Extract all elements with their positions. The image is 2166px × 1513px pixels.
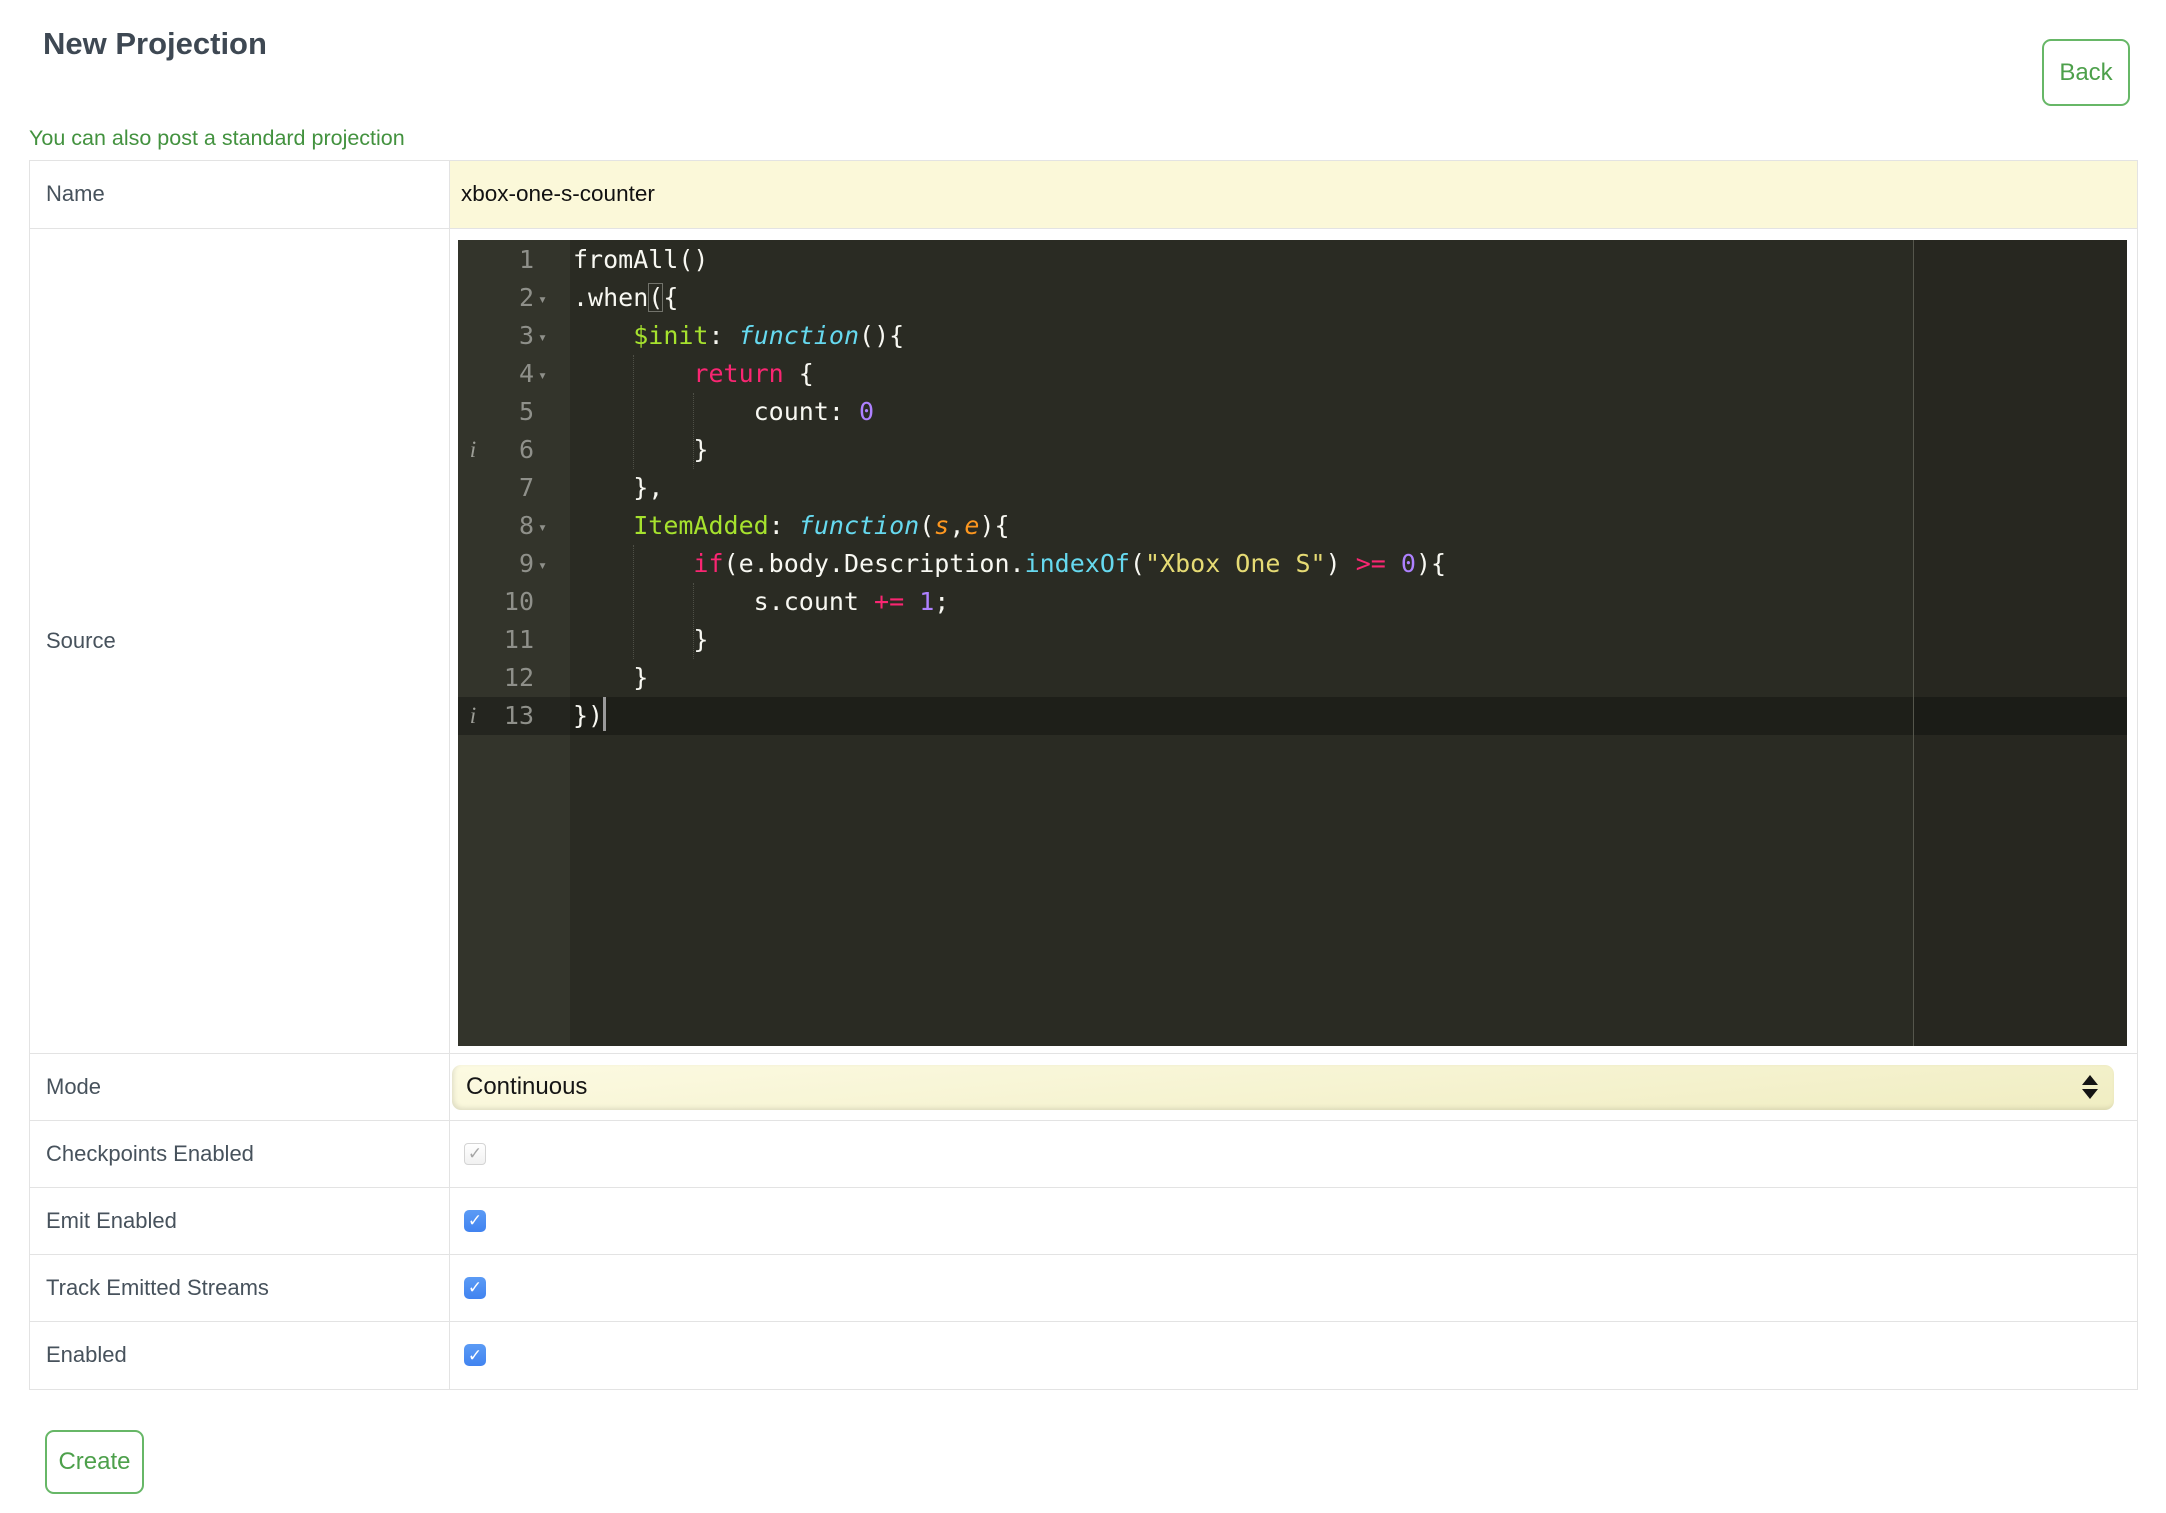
editor-code-lines: 1 fromAll() 2 ▾ .when({3 ▾ $init: function(){… bbox=[458, 240, 2127, 735]
editor-line: 11 } bbox=[458, 621, 2127, 659]
line-number: 10 bbox=[503, 586, 534, 616]
arrow-down-icon bbox=[2082, 1089, 2098, 1100]
page-title: New Projection bbox=[43, 26, 267, 61]
info-annotation-icon bbox=[458, 621, 488, 659]
editor-line: 8 ▾ ItemAdded: function(s,e){ bbox=[458, 507, 2127, 545]
projection-name-input[interactable] bbox=[450, 160, 2137, 228]
info-annotation-icon bbox=[458, 545, 488, 583]
info-annotation-icon bbox=[458, 469, 488, 507]
info-annotation-icon bbox=[458, 279, 488, 317]
editor-line: 1 fromAll() bbox=[458, 241, 2127, 279]
info-annotation-icon: i bbox=[469, 436, 477, 462]
line-number: 8 bbox=[518, 510, 534, 540]
create-button[interactable]: Create bbox=[45, 1429, 144, 1494]
field-label-track-emitted-streams: Track Emitted Streams bbox=[30, 1254, 450, 1321]
line-number: 12 bbox=[503, 662, 534, 692]
editor-line: 9 ▾ if(e.body.Description.indexOf("Xbox O… bbox=[458, 545, 2127, 583]
checkpoints-enabled-checkbox: ✓ bbox=[464, 1142, 486, 1165]
field-label-name: Name bbox=[30, 160, 450, 228]
text-cursor bbox=[603, 696, 607, 731]
field-label-checkpoints-enabled: Checkpoints Enabled bbox=[30, 1120, 450, 1187]
mode-select-value: Continuous bbox=[466, 1073, 588, 1101]
fold-chevron-down-icon bbox=[534, 431, 570, 469]
track-emitted-streams-checkbox[interactable]: ✓ bbox=[464, 1276, 486, 1299]
line-number: 2 bbox=[518, 282, 534, 312]
projection-form-table: Name Source 1fromAll()2▾.when({3▾ $init:… bbox=[29, 159, 2138, 1390]
back-button[interactable]: Back bbox=[2042, 39, 2130, 106]
fold-chevron-down-icon bbox=[534, 659, 570, 697]
fold-chevron-down-icon[interactable]: ▾ bbox=[534, 545, 570, 583]
check-icon: ✓ bbox=[467, 1211, 483, 1231]
new-projection-page: New Projection Back You can also post a … bbox=[0, 26, 2166, 1513]
line-number: 9 bbox=[518, 548, 534, 578]
row-enabled: Enabled ✓ bbox=[30, 1321, 2137, 1389]
line-number: 11 bbox=[503, 624, 534, 654]
editor-line: i 13}) bbox=[458, 696, 2127, 735]
line-number: 7 bbox=[518, 472, 534, 502]
info-annotation-icon bbox=[458, 393, 488, 431]
fold-chevron-down-icon[interactable]: ▾ bbox=[534, 279, 570, 317]
source-code-editor[interactable]: 1 fromAll() 2 ▾ .when({3 ▾ $init: function(){… bbox=[458, 239, 2127, 1046]
fold-chevron-down-icon bbox=[534, 241, 570, 279]
line-number: 6 bbox=[518, 434, 534, 464]
editor-line: 2 ▾ .when({ bbox=[458, 279, 2127, 317]
emit-enabled-checkbox[interactable]: ✓ bbox=[464, 1209, 486, 1232]
line-number: 4 bbox=[518, 358, 534, 388]
info-annotation-icon bbox=[458, 659, 488, 697]
editor-line: i6 } bbox=[458, 431, 2127, 469]
row-source: Source 1 fromAll() 2 ▾ .when({3 ▾ $init: func… bbox=[30, 228, 2137, 1054]
row-track-emitted-streams: Track Emitted Streams ✓ bbox=[30, 1254, 2137, 1322]
fold-chevron-down-icon[interactable]: ▾ bbox=[534, 317, 570, 355]
info-annotation-icon bbox=[458, 507, 488, 545]
fold-chevron-down-icon[interactable]: ▾ bbox=[534, 507, 570, 545]
enabled-checkbox[interactable]: ✓ bbox=[464, 1344, 486, 1367]
editor-line: 5 count: 0 bbox=[458, 393, 2127, 431]
standard-projection-link[interactable]: You can also post a standard projection bbox=[29, 126, 2166, 151]
fold-chevron-down-icon bbox=[534, 469, 570, 507]
field-label-enabled: Enabled bbox=[30, 1321, 450, 1389]
info-annotation-icon bbox=[458, 317, 488, 355]
editor-line: 12 } bbox=[458, 659, 2127, 697]
row-mode: Mode Continuous bbox=[30, 1053, 2137, 1121]
line-number: 3 bbox=[518, 320, 534, 350]
info-annotation-icon bbox=[458, 241, 488, 279]
editor-line: 3 ▾ $init: function(){ bbox=[458, 317, 2127, 355]
line-number: 1 bbox=[518, 244, 534, 274]
select-stepper-icon bbox=[2082, 1075, 2098, 1100]
check-icon: ✓ bbox=[467, 1144, 483, 1164]
row-checkpoints-enabled: Checkpoints Enabled ✓ bbox=[30, 1120, 2137, 1188]
info-annotation-icon: i bbox=[469, 702, 477, 728]
editor-line: 7 }, bbox=[458, 469, 2127, 507]
field-label-source: Source bbox=[30, 228, 450, 1053]
field-label-mode: Mode bbox=[30, 1053, 450, 1120]
fold-chevron-down-icon bbox=[534, 621, 570, 659]
field-label-emit-enabled: Emit Enabled bbox=[30, 1187, 450, 1254]
check-icon: ✓ bbox=[467, 1278, 483, 1298]
fold-chevron-down-icon bbox=[534, 583, 570, 621]
fold-chevron-down-icon bbox=[534, 393, 570, 431]
editor-line: 4 ▾ return { bbox=[458, 355, 2127, 393]
line-number: 5 bbox=[518, 396, 534, 426]
editor-line: 10 s.count += 1; bbox=[458, 583, 2127, 621]
line-number: 13 bbox=[503, 700, 534, 730]
arrow-up-icon bbox=[2082, 1075, 2098, 1086]
info-annotation-icon bbox=[458, 583, 488, 621]
check-icon: ✓ bbox=[467, 1345, 483, 1365]
fold-chevron-down-icon[interactable]: ▾ bbox=[534, 355, 570, 393]
row-emit-enabled: Emit Enabled ✓ bbox=[30, 1187, 2137, 1255]
row-name: Name bbox=[30, 160, 2137, 229]
info-annotation-icon bbox=[458, 355, 488, 393]
fold-chevron-down-icon bbox=[534, 697, 570, 735]
mode-select[interactable]: Continuous bbox=[452, 1064, 2114, 1110]
